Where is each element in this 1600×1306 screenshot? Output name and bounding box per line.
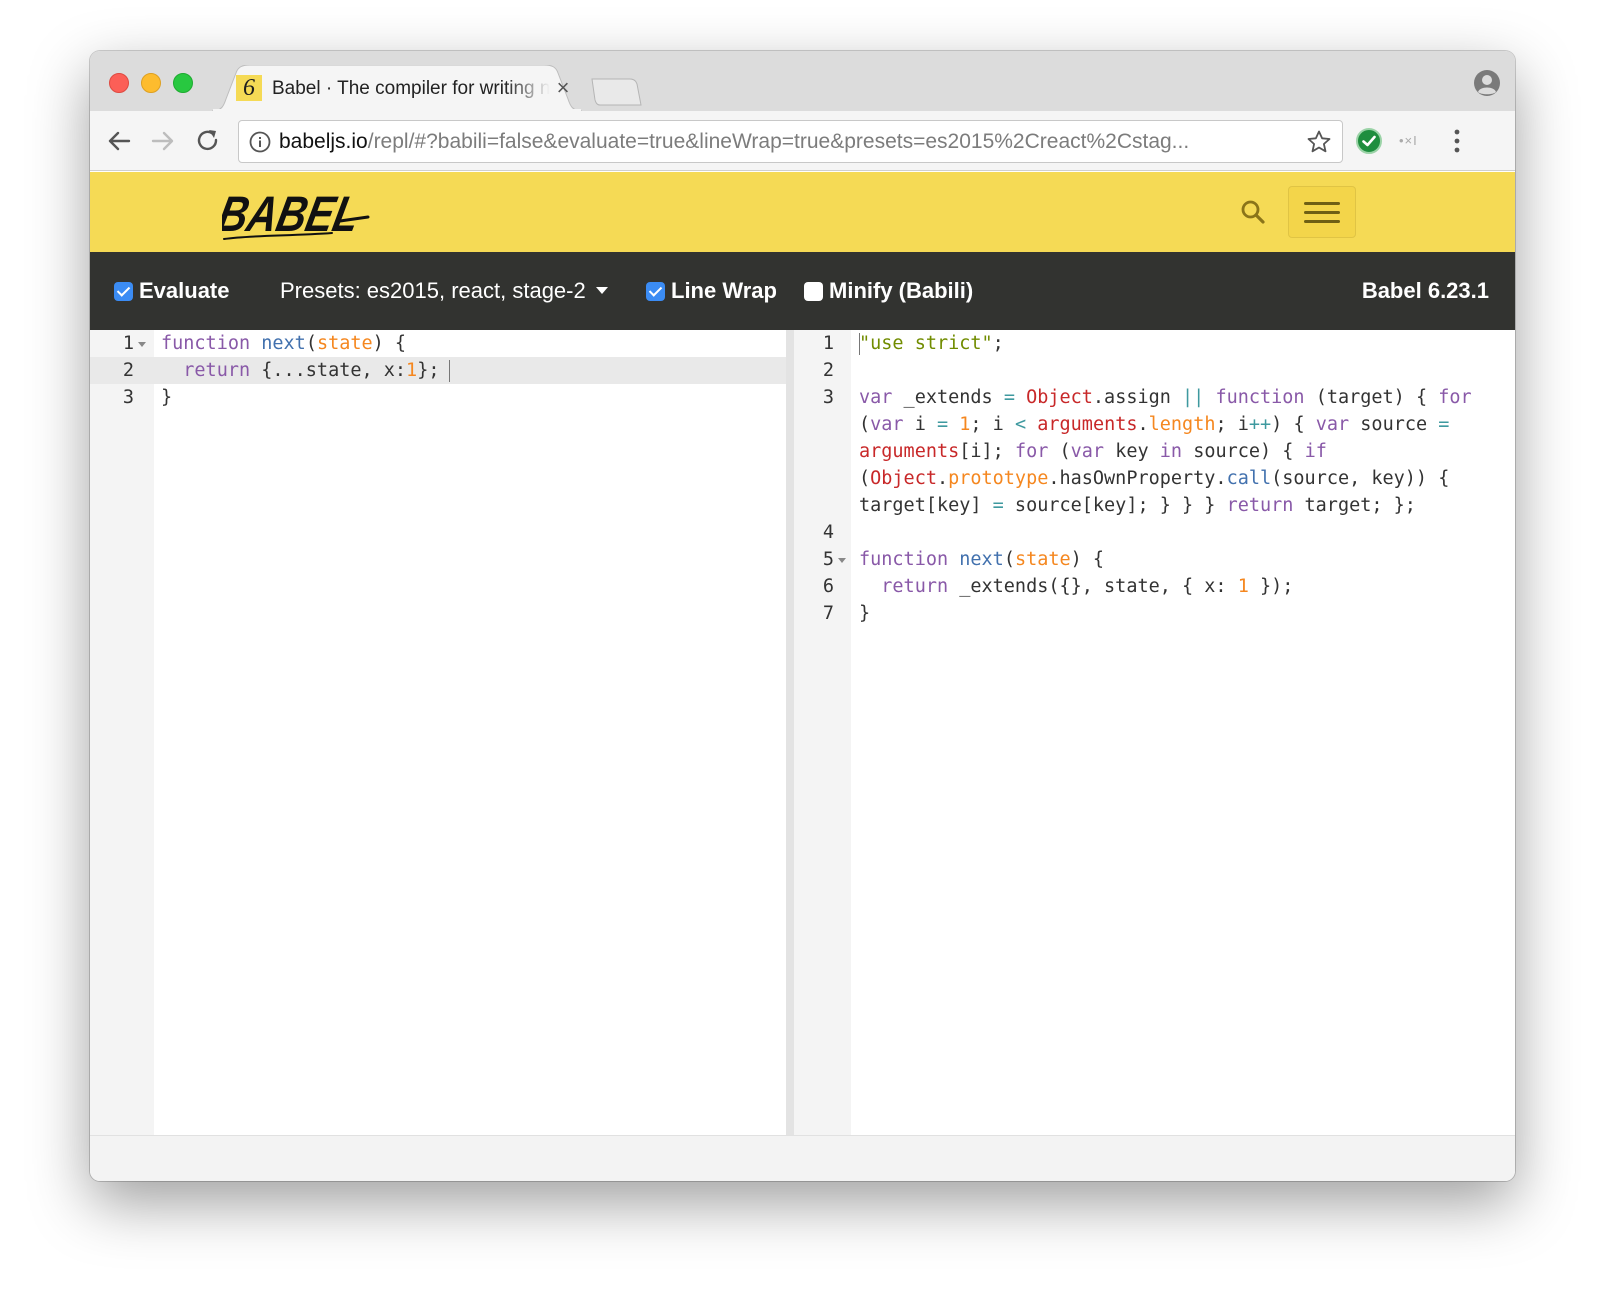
fold-arrow-icon[interactable]	[838, 558, 846, 563]
babel-version: Babel 6.23.1	[1361, 278, 1489, 303]
hamburger-bar	[1304, 202, 1340, 205]
code-text: }	[859, 603, 871, 624]
profile-icon[interactable]	[1473, 69, 1501, 97]
code-text: function next(state) {	[161, 333, 407, 354]
site-header: BABEL	[90, 172, 1515, 252]
code-line[interactable]: 5 function next(state) {	[794, 546, 1515, 573]
code-line[interactable]: 3}	[90, 384, 786, 411]
close-window-button[interactable]	[109, 73, 129, 93]
extension-icon[interactable]: •×I	[1399, 133, 1418, 148]
minify-label: Minify (Babili)	[829, 278, 974, 303]
input-code[interactable]: 1 function next(state) { 2 return {...stat…	[90, 330, 786, 411]
fold-arrow-icon[interactable]	[138, 342, 146, 347]
logo-text: BABEL	[222, 186, 365, 242]
zoom-window-button[interactable]	[173, 73, 193, 93]
star-icon[interactable]	[1306, 129, 1332, 155]
hamburger-menu-icon[interactable]	[1288, 186, 1356, 238]
line-wrap-label: Line Wrap	[671, 278, 777, 303]
text-cursor	[449, 360, 450, 382]
editor-footer	[90, 1135, 1515, 1181]
tab-strip: 6 Babel · The compiler for writing next …	[90, 51, 1515, 111]
url-text[interactable]: babeljs.io/repl/#?babili=false&evaluate=…	[279, 121, 1279, 162]
line-number: 5	[822, 549, 834, 570]
code-line[interactable]: 2	[794, 357, 1515, 384]
hamburger-bar	[1304, 220, 1340, 223]
url-host: babeljs.io	[279, 130, 368, 153]
code-line[interactable]: 4	[794, 519, 1515, 546]
address-bar[interactable]: babeljs.io/repl/#?babili=false&evaluate=…	[238, 120, 1343, 163]
evaluate-option[interactable]: Evaluate	[114, 252, 230, 330]
output-code[interactable]: 1 "use strict"; 2 3 var _extends = Object.as…	[794, 330, 1515, 627]
reload-icon[interactable]	[193, 126, 223, 156]
babel-logo[interactable]: BABEL	[222, 181, 372, 245]
line-number: 2	[822, 360, 834, 381]
line-number: 1	[822, 333, 834, 354]
code-text: return _extends({}, state, { x: 1 });	[881, 576, 1294, 597]
presets-dropdown[interactable]: Presets: es2015, react, stage-2	[280, 252, 608, 330]
minimize-window-button[interactable]	[141, 73, 161, 93]
line-number: 7	[822, 603, 834, 624]
repl-options-bar: Evaluate Presets: es2015, react, stage-2…	[90, 252, 1515, 330]
babel-favicon-icon: 6	[236, 75, 262, 101]
info-icon[interactable]	[249, 131, 271, 153]
code-line[interactable]: 1 function next(state) {	[90, 330, 786, 357]
code-text: var _extends = Object.assign || function…	[859, 387, 1483, 516]
line-wrap-option[interactable]: Line Wrap	[646, 252, 777, 330]
text-cursor	[859, 333, 860, 355]
input-editor[interactable]: 1 function next(state) { 2 return {...stat…	[90, 330, 786, 1135]
input-gutter	[90, 330, 154, 1135]
minify-checkbox[interactable]	[804, 282, 823, 301]
code-text: function next(state) {	[859, 549, 1105, 570]
line-wrap-checkbox[interactable]	[646, 282, 665, 301]
arrow-left-icon[interactable]	[104, 126, 134, 156]
code-line[interactable]: 2 return {...state, x:1};	[90, 357, 786, 384]
minify-option[interactable]: Minify (Babili)	[804, 252, 973, 330]
browser-tab-babel[interactable]: 6 Babel · The compiler for writing next …	[212, 65, 582, 111]
code-text: }	[161, 387, 173, 408]
browser-window: 6 Babel · The compiler for writing next …	[90, 51, 1515, 1181]
code-line[interactable]: 1 "use strict";	[794, 330, 1515, 357]
hamburger-bar	[1304, 211, 1340, 214]
shield-check-icon[interactable]	[1355, 127, 1383, 155]
pane-splitter[interactable]	[786, 330, 794, 1181]
code-line[interactable]: 3 var _extends = Object.assign || functio…	[794, 384, 1515, 519]
browser-toolbar: babeljs.io/repl/#?babili=false&evaluate=…	[90, 111, 1515, 171]
line-number: 6	[822, 576, 834, 597]
code-line[interactable]: 7}	[794, 600, 1515, 627]
line-number: 3	[122, 387, 134, 408]
line-number: 2	[122, 360, 134, 381]
vertical-dots-icon[interactable]	[1452, 126, 1462, 156]
line-number: 3	[822, 387, 834, 408]
arrow-right-icon[interactable]	[148, 126, 178, 156]
evaluate-checkbox[interactable]	[114, 282, 133, 301]
chevron-down-icon	[595, 287, 608, 294]
tab-close-icon[interactable]: ×	[552, 75, 574, 101]
tab-title: Babel · The compiler for writing next ge…	[272, 78, 550, 99]
presets-label: Presets: es2015, react, stage-2	[280, 278, 586, 303]
code-text: return {...state, x:1};	[183, 360, 440, 381]
code-line[interactable]: 6 return _extends({}, state, { x: 1 });	[794, 573, 1515, 600]
new-tab-button[interactable]	[590, 78, 642, 106]
evaluate-label: Evaluate	[139, 278, 230, 303]
code-text: "use strict";	[859, 333, 1004, 354]
line-number: 4	[822, 522, 834, 543]
url-path: /repl/#?babili=false&evaluate=true&lineW…	[367, 130, 1190, 153]
output-editor[interactable]: 1 "use strict"; 2 3 var _extends = Object.as…	[794, 330, 1515, 1135]
search-icon[interactable]	[1240, 199, 1266, 225]
line-number: 1	[122, 333, 134, 354]
